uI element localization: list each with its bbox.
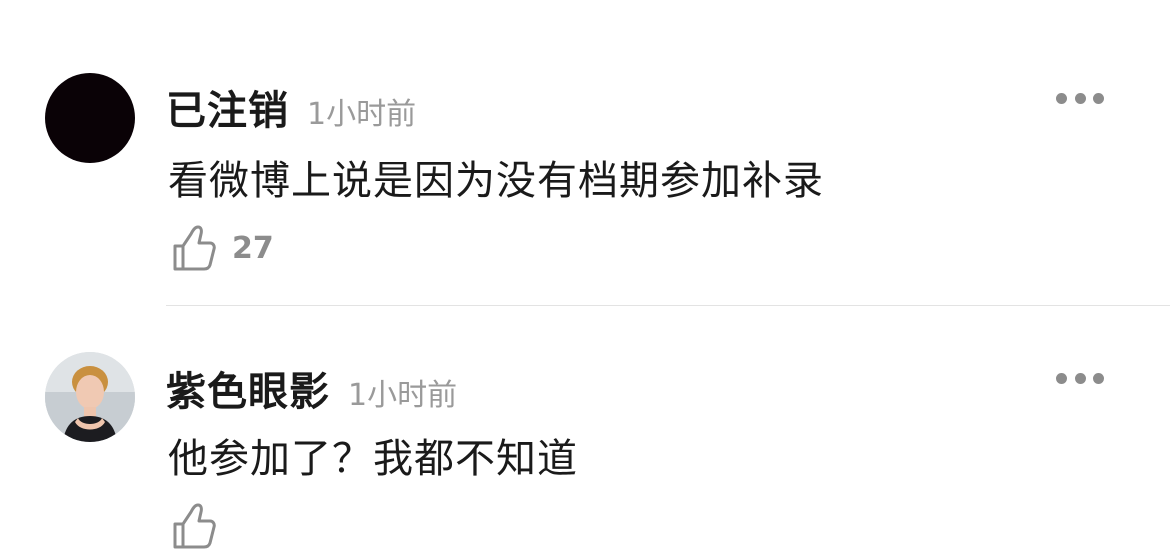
timestamp: 1小时前 xyxy=(348,378,458,413)
avatar-photo xyxy=(45,352,135,442)
dot xyxy=(1056,372,1067,384)
more-options-button[interactable] xyxy=(1056,90,1104,106)
more-options-button[interactable] xyxy=(1056,370,1104,386)
comment-text: 看微博上说是因为没有档期参加补录 xyxy=(168,158,824,204)
dot xyxy=(1074,372,1086,384)
comment-item: 紫色眼影 1小时前 他参加了？我都不知道 xyxy=(0,306,1170,549)
thumbs-up-icon xyxy=(173,503,216,549)
dot xyxy=(1074,92,1086,104)
username-label: 紫色眼影 xyxy=(166,369,330,415)
timestamp: 1小时前 xyxy=(307,97,417,132)
dot xyxy=(1093,372,1104,384)
username[interactable]: 已注销 1小时前 xyxy=(166,78,416,136)
thumbs-up-icon xyxy=(173,225,216,271)
like-count: 27 xyxy=(232,230,274,266)
comment-item: 已注销 1小时前 看微博上说是因为没有档期参加补录 27 xyxy=(0,0,1170,305)
username-label: 已注销 xyxy=(166,88,289,134)
like-button[interactable]: 27 xyxy=(172,224,274,272)
avatar[interactable] xyxy=(45,73,135,163)
username[interactable]: 紫色眼影 1小时前 xyxy=(166,359,457,417)
avatar[interactable] xyxy=(45,352,135,442)
dot xyxy=(1056,92,1067,104)
like-button[interactable] xyxy=(172,502,216,550)
dot xyxy=(1093,92,1104,104)
comment-text: 他参加了？我都不知道 xyxy=(168,436,578,482)
